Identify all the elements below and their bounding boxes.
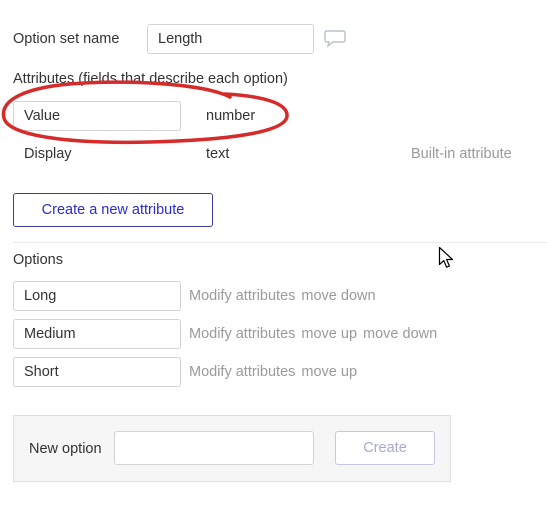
new-option-input[interactable] [114,431,314,465]
option-set-name-input[interactable]: Length [147,24,314,54]
move-down-link[interactable]: move down [363,326,437,342]
options-heading: Options [13,252,63,268]
move-down-link[interactable]: move down [301,288,375,304]
red-annotation-circle [1,80,289,145]
modify-attributes-link[interactable]: Modify attributes [189,364,295,380]
option-actions-medium: Modify attributes move up move down [189,324,443,344]
create-attribute-button[interactable]: Create a new attribute [13,193,213,227]
option-input-long[interactable]: Long [13,281,181,311]
option-set-name-label: Option set name [13,31,120,47]
option-actions-short: Modify attributes move up [189,362,363,382]
modify-attributes-link[interactable]: Modify attributes [189,288,295,304]
modify-attributes-link[interactable]: Modify attributes [189,326,295,342]
option-input-medium[interactable]: Medium [13,319,181,349]
option-input-short[interactable]: Short [13,357,181,387]
speech-bubble-icon[interactable] [324,28,346,48]
section-divider [13,242,547,243]
option-actions-long: Modify attributes move down [189,286,382,306]
move-up-link[interactable]: move up [301,364,357,380]
built-in-attribute-note: Built-in attribute [411,146,512,162]
mouse-cursor-icon [438,246,454,268]
create-option-button[interactable]: Create [335,431,435,465]
new-option-label: New option [29,441,102,457]
move-up-link[interactable]: move up [301,326,357,342]
